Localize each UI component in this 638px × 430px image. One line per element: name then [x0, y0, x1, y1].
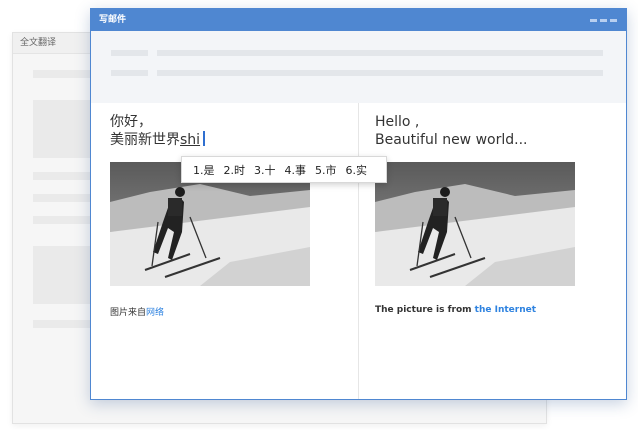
ime-candidate[interactable]: 1.是	[193, 162, 215, 178]
pinyin-composition: shi	[180, 132, 201, 148]
source-line-1: 你好，	[110, 114, 152, 130]
compose-titlebar[interactable]: 写邮件	[91, 9, 626, 31]
placeholder-bar	[33, 70, 93, 78]
source-line-2: 美丽新世界shi	[110, 131, 206, 149]
text-caret	[203, 131, 206, 146]
recipient-field[interactable]	[157, 50, 603, 56]
compose-header-fields	[91, 31, 626, 103]
translation-caption-text: The picture is from	[375, 305, 475, 315]
translation-photo	[375, 162, 575, 286]
source-caption-link[interactable]: 网络	[146, 308, 164, 318]
translation-caption: The picture is from the Internet	[375, 305, 536, 315]
pane-divider	[358, 103, 359, 399]
ime-candidate[interactable]: 4.事	[285, 162, 307, 178]
source-caption: 图片来自网络	[110, 305, 164, 318]
ime-candidate[interactable]: 2.时	[224, 162, 246, 178]
compose-window: 写邮件 你好， 美丽新世界shi 图片来自网络 Hello , Beautifu…	[90, 8, 627, 400]
subject-label-placeholder	[111, 70, 148, 76]
source-editor[interactable]: 你好， 美丽新世界shi	[110, 113, 206, 149]
source-line-2-text: 美丽新世界	[110, 132, 180, 148]
compose-title: 写邮件	[99, 15, 127, 25]
subject-field[interactable]	[157, 70, 603, 76]
placeholder-block	[33, 246, 93, 304]
placeholder-block	[33, 100, 93, 158]
close-button[interactable]	[610, 19, 617, 22]
ime-candidate[interactable]: 6.实	[346, 162, 368, 178]
translation-line-1: Hello ,	[375, 114, 420, 130]
recipient-label-placeholder	[111, 50, 148, 56]
translation-caption-link[interactable]: the Internet	[475, 305, 536, 315]
placeholder-bar	[33, 194, 93, 202]
translation-text: Hello , Beautiful new world...	[375, 113, 527, 149]
translation-line-2: Beautiful new world...	[375, 132, 528, 148]
minimize-button[interactable]	[590, 19, 597, 22]
ime-candidate[interactable]: 5.市	[315, 162, 337, 178]
placeholder-bar	[33, 216, 93, 224]
source-caption-text: 图片来自	[110, 308, 147, 318]
placeholder-bar	[33, 320, 93, 328]
placeholder-bar	[33, 172, 93, 180]
ime-candidate-popup: 1.是 2.时 3.十 4.事 5.市 6.实	[181, 156, 387, 183]
ime-candidate[interactable]: 3.十	[254, 162, 276, 178]
maximize-button[interactable]	[600, 19, 607, 22]
